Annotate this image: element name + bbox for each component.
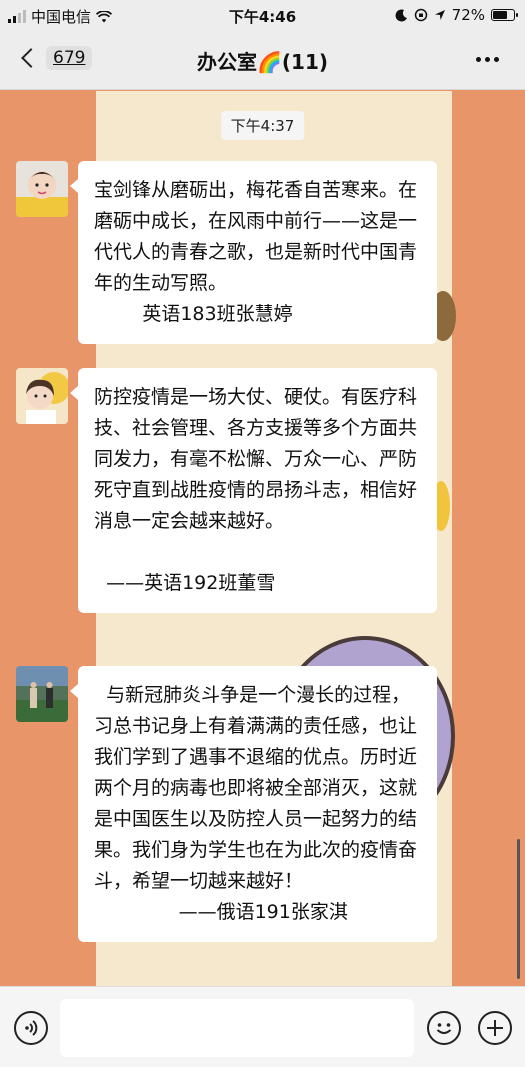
message-text: 防控疫情是一场大仗、硬仗。有医疗科技、社会管理、各方支援等多个方面共同发力，有毫… bbox=[94, 386, 418, 594]
avatar[interactable] bbox=[16, 666, 68, 722]
smiley-icon bbox=[436, 1023, 452, 1034]
chat-title: 办公室🌈(11) bbox=[196, 50, 328, 74]
more-functions-button[interactable] bbox=[478, 1011, 512, 1045]
input-bar bbox=[0, 986, 525, 1067]
battery-fill bbox=[493, 11, 508, 19]
message-row: 与新冠肺炎斗争是一个漫长的过程，习总书记身上有着满满的责任感，也让我们学到了遇事… bbox=[16, 666, 437, 942]
message-bubble[interactable]: 与新冠肺炎斗争是一个漫长的过程，习总书记身上有着满满的责任感，也让我们学到了遇事… bbox=[70, 666, 437, 942]
orientation-lock-icon bbox=[414, 8, 427, 22]
chat-area[interactable]: 下午4:37 宝剑锋从磨砺出，梅花香自苦寒来。在磨砺中成长，在风雨中前行——这是… bbox=[0, 91, 525, 986]
message-text: 与新冠肺炎斗争是一个漫长的过程，习总书记身上有着满满的责任感，也让我们学到了遇事… bbox=[94, 684, 418, 923]
avatar[interactable] bbox=[16, 161, 68, 217]
moon-icon bbox=[395, 8, 407, 21]
status-bar: 中国电信 下午4:46 72% bbox=[0, 0, 525, 32]
plus-icon bbox=[487, 1020, 503, 1036]
avatar[interactable] bbox=[16, 368, 68, 424]
more-dots-icon bbox=[476, 57, 481, 62]
message-row: 宝剑锋从磨砺出，梅花香自苦寒来。在磨砺中成长，在风雨中前行——这是一代代人的青春… bbox=[16, 161, 437, 344]
nav-bar: 679 办公室🌈(11) bbox=[0, 32, 525, 90]
emoji-button[interactable] bbox=[427, 1011, 461, 1045]
message-bubble[interactable]: 宝剑锋从磨砺出，梅花香自苦寒来。在磨砺中成长，在风雨中前行——这是一代代人的青春… bbox=[70, 161, 437, 344]
scrollbar[interactable] bbox=[517, 839, 520, 979]
location-icon bbox=[434, 10, 445, 20]
voice-icon bbox=[25, 1020, 38, 1036]
voice-input-button[interactable] bbox=[14, 1011, 48, 1045]
status-right: 72% bbox=[395, 6, 518, 24]
battery-icon bbox=[491, 9, 518, 21]
message-timestamp: 下午4:37 bbox=[220, 111, 305, 140]
message-text: 宝剑锋从磨砺出，梅花香自苦寒来。在磨砺中成长，在风雨中前行——这是一代代人的青春… bbox=[94, 179, 418, 325]
message-input[interactable] bbox=[60, 999, 414, 1057]
more-options-button[interactable] bbox=[476, 57, 499, 62]
battery-percent: 72% bbox=[451, 6, 485, 24]
message-bubble[interactable]: 防控疫情是一场大仗、硬仗。有医疗科技、社会管理、各方支援等多个方面共同发力，有毫… bbox=[70, 368, 437, 613]
message-row: 防控疫情是一场大仗、硬仗。有医疗科技、社会管理、各方支援等多个方面共同发力，有毫… bbox=[16, 368, 437, 613]
